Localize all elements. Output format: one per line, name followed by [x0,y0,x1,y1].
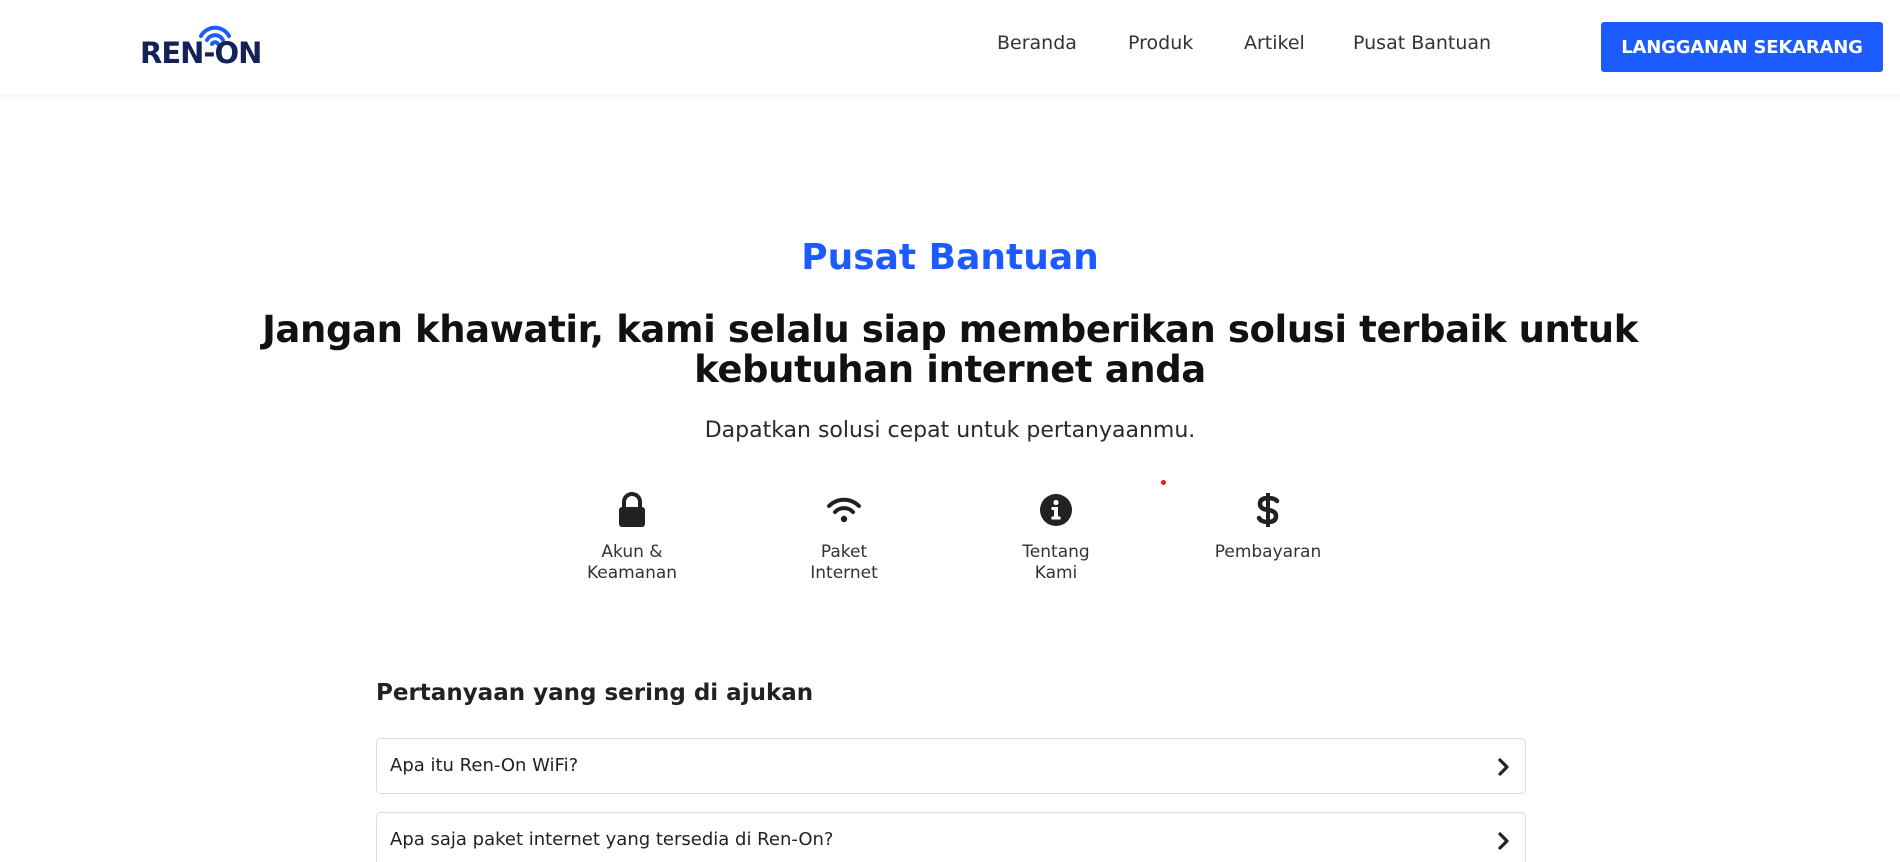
page-subtitle: Dapatkan solusi cepat untuk pertanyaanmu… [704,418,1196,443]
wifi-icon [827,497,861,523]
faq-heading: Pertanyaan yang sering di ajukan [376,680,814,706]
lock-icon [619,492,645,527]
category-label: Pembayaran [1214,542,1322,562]
nav-item-produk[interactable]: Produk [1128,32,1193,54]
cursor-dot [1161,480,1166,485]
nav-item-artikel[interactable]: Artikel [1244,32,1305,54]
faq-item[interactable]: Apa itu Ren-On WiFi? [376,738,1526,794]
category-tentang-kami[interactable]: Tentang Kami [966,490,1146,584]
site-header: REN-ON Beranda Produk Artikel Pusat Bant… [0,0,1900,94]
faq-question: Apa saja paket internet yang tersedia di… [390,829,834,850]
page-label: Pusat Bantuan [801,237,1099,278]
nav-item-pusat-bantuan[interactable]: Pusat Bantuan [1353,32,1491,54]
category-label: Akun & Keamanan [586,542,678,583]
faq-item[interactable]: Apa saja paket internet yang tersedia di… [376,812,1526,862]
ren-on-logo[interactable]: REN-ON [140,20,262,70]
category-akun-keamanan[interactable]: Akun & Keamanan [542,490,722,584]
help-categories: Akun & Keamanan Paket Internet Tentang K… [0,490,1900,600]
category-pembayaran[interactable]: Pembayaran [1178,490,1358,563]
subscribe-now-button[interactable]: LANGGANAN SEKARANG [1601,22,1883,72]
nav-item-beranda[interactable]: Beranda [997,32,1077,54]
info-icon [1040,494,1072,526]
category-label: Paket Internet [810,542,878,583]
page-title: Jangan khawatir, kami selalu siap member… [262,308,1638,391]
chevron-right-icon [1498,758,1509,776]
logo-text: REN-ON [140,36,262,70]
dollar-icon [1256,493,1280,527]
faq-question: Apa itu Ren-On WiFi? [390,755,579,776]
category-label: Tentang Kami [1022,542,1090,583]
category-paket-internet[interactable]: Paket Internet [754,490,934,584]
chevron-right-icon [1498,832,1509,850]
